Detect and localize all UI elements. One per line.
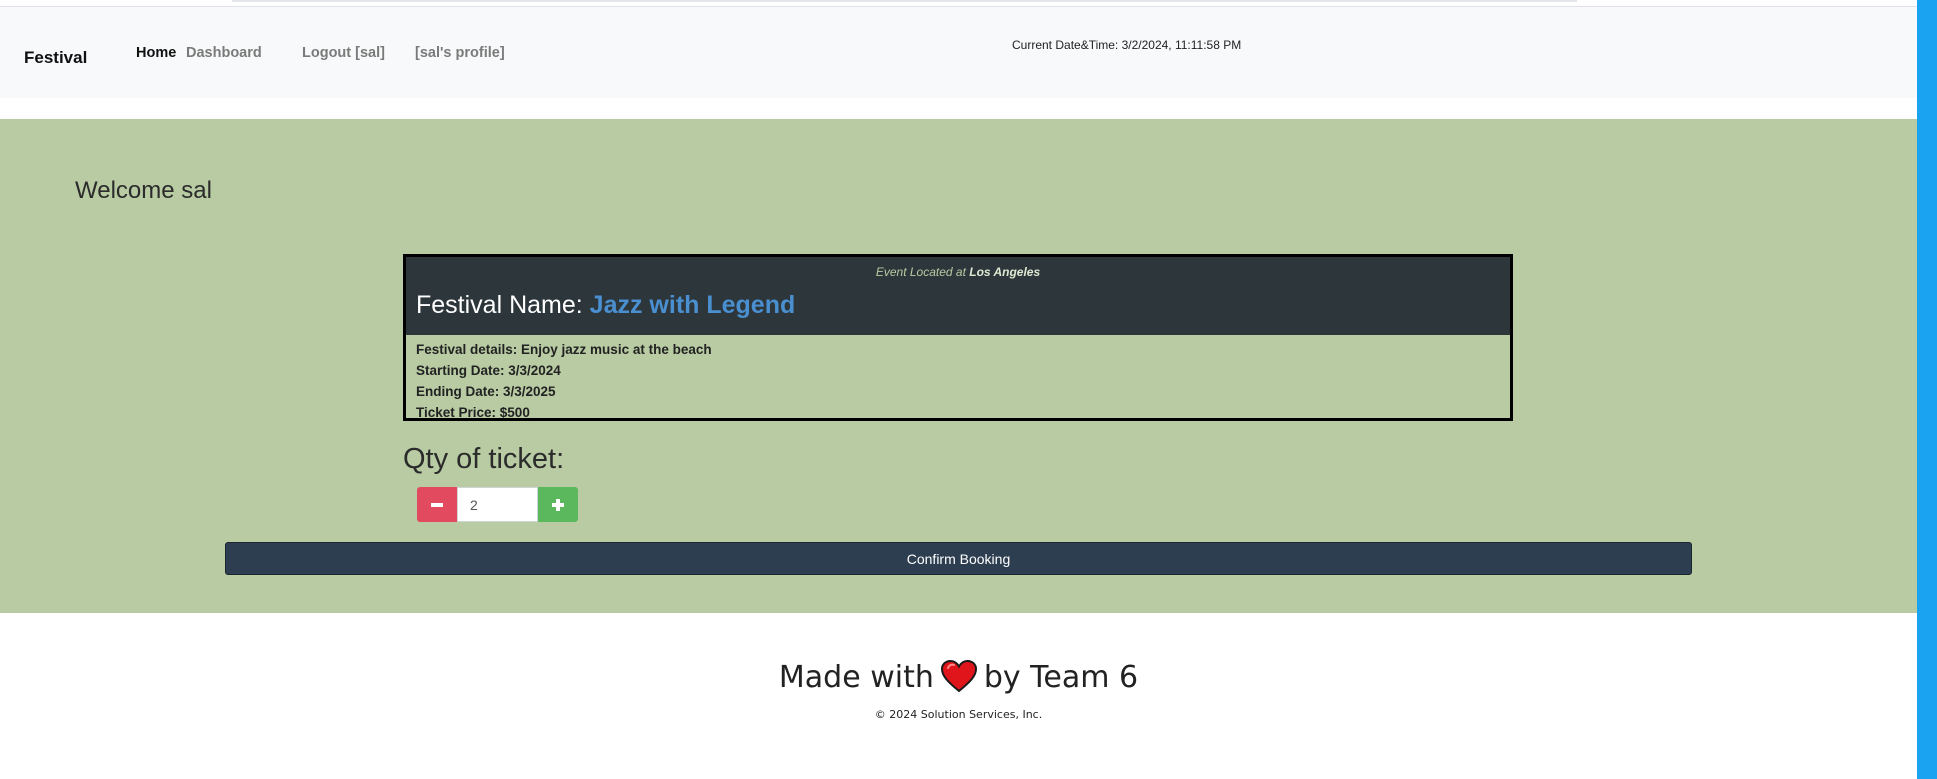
starting-date-text: Starting Date: 3/3/2024 bbox=[416, 363, 561, 378]
footer-made-with: Made with bbox=[778, 660, 934, 695]
confirm-booking-button[interactable]: Confirm Booking bbox=[225, 542, 1692, 575]
nav-dashboard-link[interactable]: Dashboard bbox=[186, 45, 262, 61]
ending-date-text: Ending Date: 3/3/2025 bbox=[416, 384, 556, 399]
footer-copyright: © 2024 Solution Services, Inc. bbox=[874, 708, 1043, 721]
current-datetime: Current Date&Time: 3/2/2024, 11:11:58 PM bbox=[1012, 38, 1242, 52]
welcome-heading: Welcome sal bbox=[75, 177, 212, 204]
page: Festival Home Dashboard Logout [sal] [sa… bbox=[0, 0, 1937, 779]
footer-title: Made with by Team 6 bbox=[0, 659, 1917, 696]
nav-profile-link[interactable]: [sal's profile] bbox=[415, 45, 505, 61]
festival-name-value: Jazz with Legend bbox=[589, 291, 796, 319]
ticket-price-text: Ticket Price: $500 bbox=[416, 405, 530, 420]
festival-name-label: Festival Name: bbox=[416, 291, 590, 319]
increment-button[interactable] bbox=[538, 487, 578, 522]
event-location: Event Located at Los Angeles bbox=[406, 265, 1510, 279]
brand-logo[interactable]: Festival bbox=[24, 48, 87, 68]
minus-icon bbox=[431, 502, 443, 507]
quantity-input[interactable] bbox=[457, 487, 538, 522]
event-location-city: Los Angeles bbox=[969, 265, 1041, 279]
event-details: Festival details: Enjoy jazz music at th… bbox=[416, 339, 712, 423]
quantity-stepper bbox=[417, 487, 578, 522]
event-location-prefix: Event Located at bbox=[875, 265, 970, 279]
scrollbar-thumb[interactable] bbox=[1917, 0, 1937, 779]
heart-icon bbox=[940, 659, 977, 692]
festival-details-text: Festival details: Enjoy jazz music at th… bbox=[416, 342, 712, 357]
browser-top-strip bbox=[0, 0, 1917, 7]
festival-name-title: Festival Name: Jazz with Legend bbox=[416, 291, 795, 320]
nav-home-link[interactable]: Home bbox=[136, 45, 176, 61]
event-card: Event Located at Los Angeles Festival Na… bbox=[403, 254, 1513, 421]
navbar: Festival Home Dashboard Logout [sal] [sa… bbox=[0, 7, 1917, 98]
event-card-header: Event Located at Los Angeles Festival Na… bbox=[406, 257, 1510, 335]
top-strip-bar bbox=[232, 0, 1577, 2]
decrement-button[interactable] bbox=[417, 487, 457, 522]
footer-by-team: by Team 6 bbox=[983, 660, 1139, 695]
main-section: Welcome sal Event Located at Los Angeles… bbox=[0, 119, 1917, 613]
qty-label: Qty of ticket: bbox=[403, 443, 565, 475]
plus-icon bbox=[552, 498, 564, 511]
nav-logout-link[interactable]: Logout [sal] bbox=[302, 45, 385, 61]
